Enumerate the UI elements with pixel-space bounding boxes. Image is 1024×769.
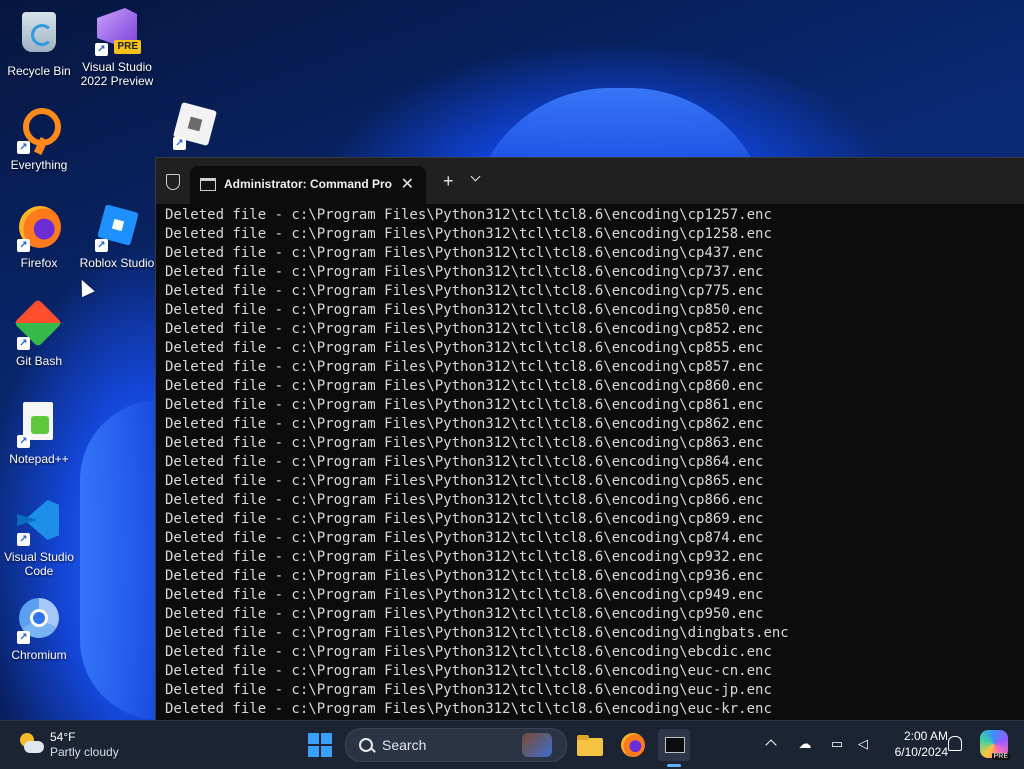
desktop-icon-notepad-plus-plus[interactable]: ↗ Notepad++: [1, 400, 77, 466]
console-line: Deleted file - c:\Program Files\Python31…: [165, 454, 764, 470]
taskbar-search[interactable]: Search: [345, 728, 567, 762]
desktop-icon-label: Chromium: [11, 648, 67, 662]
system-clock[interactable]: 2:00 AM 6/10/2024: [876, 728, 948, 760]
search-icon: [359, 738, 373, 752]
console-line: Deleted file - c:\Program Files\Python31…: [165, 625, 789, 641]
desktop-icon-label: Recycle Bin: [7, 64, 71, 78]
desktop-icon-label: Visual Studio 2022 Preview: [80, 60, 154, 88]
clock-date: 6/10/2024: [894, 745, 948, 759]
desktop-icon-visual-studio[interactable]: PRE ↗ Visual Studio 2022 Preview: [79, 8, 155, 88]
console-line: Deleted file - c:\Program Files\Python31…: [165, 397, 764, 413]
console-line: Deleted file - c:\Program Files\Python31…: [165, 340, 764, 356]
tab-title: Administrator: Command Pro: [224, 177, 393, 191]
network-icon[interactable]: ▭: [829, 736, 845, 752]
console-output[interactable]: Deleted file - c:\Program Files\Python31…: [156, 205, 1024, 721]
command-prompt-icon: [200, 178, 216, 191]
desktop-icon-roblox-player[interactable]: ↗: [157, 101, 233, 154]
desktop-icon-label: Firefox: [20, 256, 58, 270]
console-line: Deleted file - c:\Program Files\Python31…: [165, 473, 764, 489]
console-line: Deleted file - c:\Program Files\Python31…: [165, 644, 772, 660]
console-line: Deleted file - c:\Program Files\Python31…: [165, 511, 764, 527]
console-line: Deleted file - c:\Program Files\Python31…: [165, 359, 764, 375]
file-explorer-icon[interactable]: [574, 729, 606, 761]
close-tab-button[interactable]: ✕: [401, 174, 414, 194]
console-line: Deleted file - c:\Program Files\Python31…: [165, 549, 764, 565]
new-tab-button[interactable]: +: [443, 171, 454, 192]
firefox-icon: ↗: [15, 204, 63, 252]
git-bash-icon: ↗: [13, 298, 63, 350]
chromium-icon: ↗: [15, 596, 63, 644]
console-line: Deleted file - c:\Program Files\Python31…: [165, 226, 772, 242]
everything-search-icon: ↗: [15, 106, 63, 154]
partly-cloudy-icon: [18, 733, 44, 755]
tab-command-prompt[interactable]: Administrator: Command Pro ✕: [190, 166, 426, 204]
desktop-icon-vscode[interactable]: ↗ Visual Studio Code: [1, 498, 77, 578]
taskbar: 54°F Partly cloudy Search ☁ ▭ ◁ 2:00 AM …: [0, 720, 1024, 769]
terminal-taskbar-icon[interactable]: [658, 729, 690, 767]
console-line: Deleted file - c:\Program Files\Python31…: [165, 245, 764, 261]
start-button[interactable]: [308, 733, 332, 757]
clock-time: 2:00 AM: [903, 729, 948, 743]
terminal-tab-bar: Administrator: Command Pro ✕ +: [156, 158, 1024, 204]
preview-badge: PRE: [114, 40, 141, 54]
console-line: Deleted file - c:\Program Files\Python31…: [165, 416, 764, 432]
admin-shield-icon: [166, 174, 180, 190]
desktop-icon-recycle-bin[interactable]: Recycle Bin: [1, 8, 77, 78]
desktop-icon-label: Notepad++: [9, 452, 69, 466]
desktop-icon-label: Everything: [10, 158, 68, 172]
console-line: Deleted file - c:\Program Files\Python31…: [165, 283, 764, 299]
console-line: Deleted file - c:\Program Files\Python31…: [165, 264, 764, 280]
search-label: Search: [382, 737, 427, 753]
console-line: Deleted file - c:\Program Files\Python31…: [165, 606, 764, 622]
console-line: Deleted file - c:\Program Files\Python31…: [165, 302, 764, 318]
weather-temperature: 54°F: [50, 730, 76, 744]
vscode-icon: ↗: [15, 498, 63, 546]
console-line: Deleted file - c:\Program Files\Python31…: [165, 701, 772, 717]
recycle-bin-icon: [15, 12, 63, 60]
copilot-icon[interactable]: PRE: [980, 730, 1010, 760]
desktop-icon-label: Visual Studio Code: [4, 550, 74, 578]
desktop-icon-label: Roblox Studio: [79, 256, 155, 270]
firefox-taskbar-icon[interactable]: [617, 729, 649, 761]
console-line: Deleted file - c:\Program Files\Python31…: [165, 530, 764, 546]
weather-condition: Partly cloudy: [50, 745, 119, 759]
console-line: Deleted file - c:\Program Files\Python31…: [165, 378, 764, 394]
console-line: Deleted file - c:\Program Files\Python31…: [165, 682, 772, 698]
console-line: Deleted file - c:\Program Files\Python31…: [165, 207, 772, 223]
console-line: Deleted file - c:\Program Files\Python31…: [165, 568, 764, 584]
windows-logo-icon: [308, 733, 319, 744]
roblox-icon: ↗: [171, 101, 219, 150]
desktop-icon-chromium[interactable]: ↗ Chromium: [1, 596, 77, 662]
onedrive-cloud-icon[interactable]: ☁: [797, 736, 813, 752]
weather-widget[interactable]: 54°F Partly cloudy: [14, 729, 154, 761]
chevron-down-icon[interactable]: [470, 171, 481, 182]
notepad-plus-plus-icon: ↗: [15, 400, 63, 448]
console-line: Deleted file - c:\Program Files\Python31…: [165, 492, 764, 508]
console-line: Deleted file - c:\Program Files\Python31…: [165, 663, 772, 679]
show-hidden-icons-chevron-icon[interactable]: [765, 739, 777, 751]
console-line: Deleted file - c:\Program Files\Python31…: [165, 435, 764, 451]
volume-muted-icon[interactable]: ◁: [855, 736, 871, 752]
desktop-icon-everything[interactable]: ↗ Everything: [1, 106, 77, 172]
desktop-icon-firefox[interactable]: ↗ Firefox: [1, 204, 77, 270]
notification-bell-icon[interactable]: [948, 736, 962, 751]
visual-studio-icon: PRE ↗: [93, 8, 141, 56]
desktop-icon-label: Git Bash: [15, 354, 63, 368]
search-highlight-image: [522, 733, 552, 757]
roblox-studio-icon: ↗: [93, 204, 141, 252]
console-line: Deleted file - c:\Program Files\Python31…: [165, 321, 764, 337]
terminal-window[interactable]: Administrator: Command Pro ✕ + Deleted f…: [155, 157, 1024, 721]
console-line: Deleted file - c:\Program Files\Python31…: [165, 587, 764, 603]
desktop-icon-roblox-studio[interactable]: ↗ Roblox Studio: [79, 204, 155, 270]
copilot-preview-badge: PRE: [991, 753, 1010, 760]
desktop-icon-git-bash[interactable]: ↗ Git Bash: [1, 298, 77, 368]
